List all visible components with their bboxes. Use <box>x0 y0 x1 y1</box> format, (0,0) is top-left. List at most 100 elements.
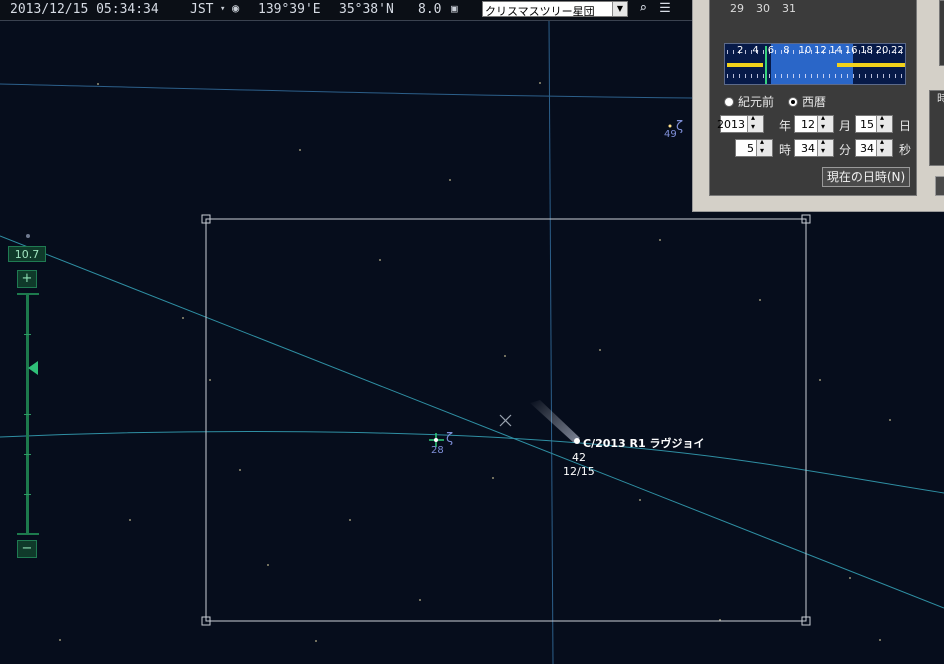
hour-spinner[interactable]: 5 <box>735 137 773 157</box>
minute-value: 34 <box>801 142 815 155</box>
era-bc-radio[interactable]: 紀元前 <box>724 93 774 110</box>
second-spinner[interactable]: 34 <box>855 137 893 157</box>
star <box>819 379 821 381</box>
zoom-out-button[interactable]: − <box>17 540 37 558</box>
star2-number-label: 49 <box>664 129 677 140</box>
star <box>267 564 269 566</box>
spinner-arrows-icon[interactable] <box>876 137 892 156</box>
star <box>492 477 494 479</box>
timeline-dots <box>727 74 905 78</box>
zoom-tick <box>24 454 31 455</box>
minute-unit: 分 <box>839 143 852 157</box>
star <box>419 599 421 601</box>
star <box>239 469 241 471</box>
star <box>639 499 641 501</box>
star2-letter-label: ζ <box>676 119 684 134</box>
spinner-arrows-icon[interactable] <box>817 137 833 156</box>
spinner-arrows-icon[interactable] <box>747 113 763 132</box>
star-number-label: 28 <box>431 445 444 456</box>
magnitude-icon[interactable]: ▣ <box>451 2 458 15</box>
current-time-marker[interactable] <box>765 46 767 84</box>
zoom-tick <box>24 494 31 495</box>
timeline-hour-label: 12 <box>814 45 827 56</box>
star <box>599 349 601 351</box>
star <box>879 639 881 641</box>
era-ad-label: 西暦 <box>802 95 827 109</box>
day-timeline[interactable]: 2 4 6 8 10 12 14 16 18 20 22 <box>724 43 906 85</box>
spinner-arrows-icon[interactable] <box>876 113 892 132</box>
comet-head[interactable] <box>574 438 580 444</box>
target-select[interactable]: クリスマスツリー星団 ▼ <box>482 1 628 18</box>
star <box>315 640 317 642</box>
adjacent-box <box>939 0 944 66</box>
calendar-day[interactable]: 29 <box>730 2 744 15</box>
zoom-level: 10.7 <box>8 246 46 262</box>
datetime-panel-inner: 29 30 31 2 4 6 8 10 12 14 16 18 20 22 紀元前 西暦 2013 … <box>709 0 917 196</box>
datetime-panel: 29 30 31 2 4 6 8 10 12 14 16 18 20 22 紀元前 西暦 2013 … <box>692 0 944 212</box>
star <box>889 419 891 421</box>
list-icon[interactable]: ☰ <box>655 0 675 18</box>
timeline-hour-label: 2 <box>737 45 744 56</box>
star <box>349 519 351 521</box>
timeline-hour-label: 22 <box>891 45 904 56</box>
month-spinner[interactable]: 12 <box>794 113 834 133</box>
adjacent-label: 時 <box>937 92 944 105</box>
latitude-readout[interactable]: 35°38'N <box>339 2 394 17</box>
day-unit: 日 <box>899 119 912 133</box>
star <box>59 639 61 641</box>
timeline-hour-label: 20 <box>875 45 889 56</box>
comet-date-label: 12/15 <box>563 465 595 478</box>
star <box>449 179 451 181</box>
second-value: 34 <box>860 142 874 155</box>
spinner-arrows-icon[interactable] <box>756 137 772 156</box>
chevron-down-icon[interactable]: ▼ <box>612 2 627 16</box>
target-select-value: クリスマスツリー星団 <box>485 5 595 18</box>
zoom-track-bottom <box>17 533 39 535</box>
zoom-tick <box>24 414 31 415</box>
longitude-readout[interactable]: 139°39'E <box>258 2 321 17</box>
minute-spinner[interactable]: 34 <box>794 137 834 157</box>
star <box>97 83 99 85</box>
spinner-arrows-icon[interactable] <box>817 113 833 132</box>
dropdown-arrow-icon[interactable]: ▾ <box>220 4 225 14</box>
zoom-tick <box>24 334 31 335</box>
timezone-readout[interactable]: JST <box>190 2 213 17</box>
timeline-hour-label: 14 <box>829 45 843 56</box>
year-value: 2013 <box>717 118 745 131</box>
era-bc-label: 紀元前 <box>738 95 775 109</box>
star <box>299 149 301 151</box>
month-unit: 月 <box>839 119 852 133</box>
star <box>539 82 541 84</box>
day-value: 15 <box>860 118 874 131</box>
era-ad-radio[interactable]: 西暦 <box>788 93 826 110</box>
datetime-readout[interactable]: 2013/12/15 05:34:34 <box>10 2 159 17</box>
star-letter-label: ζ <box>446 431 454 446</box>
star <box>759 299 761 301</box>
zoom-star-glow <box>26 234 30 238</box>
current-datetime-button[interactable]: 現在の日時(N) <box>822 167 910 187</box>
adjacent-panel-fragment: 時 <box>929 0 944 212</box>
star <box>504 355 506 357</box>
star <box>209 379 211 381</box>
timeline-hour-label: 4 <box>752 45 759 56</box>
star <box>379 259 381 261</box>
timeline-hour-label: 18 <box>860 45 873 56</box>
calendar-day[interactable]: 30 <box>756 2 770 15</box>
search-icon[interactable]: ⌕ <box>633 0 653 18</box>
second-unit: 秒 <box>899 143 912 157</box>
hour-unit: 時 <box>779 143 792 157</box>
zoom-in-button[interactable]: + <box>17 270 37 288</box>
magnitude-readout[interactable]: 8.0 <box>418 2 441 17</box>
comet-label: C/2013 R1 ラヴジョイ <box>583 437 705 450</box>
star <box>129 519 131 521</box>
location-icon[interactable]: ◉ <box>232 1 239 15</box>
year-spinner[interactable]: 2013 <box>717 113 764 133</box>
calendar-day[interactable]: 31 <box>782 2 796 15</box>
hour-value: 5 <box>747 142 754 155</box>
star-zeta-2[interactable] <box>668 124 672 128</box>
night-bar-morning <box>727 63 763 67</box>
day-spinner[interactable]: 15 <box>855 113 893 133</box>
adjacent-button[interactable] <box>935 176 944 196</box>
zoom-slider-thumb[interactable] <box>28 361 38 376</box>
star <box>659 239 661 241</box>
